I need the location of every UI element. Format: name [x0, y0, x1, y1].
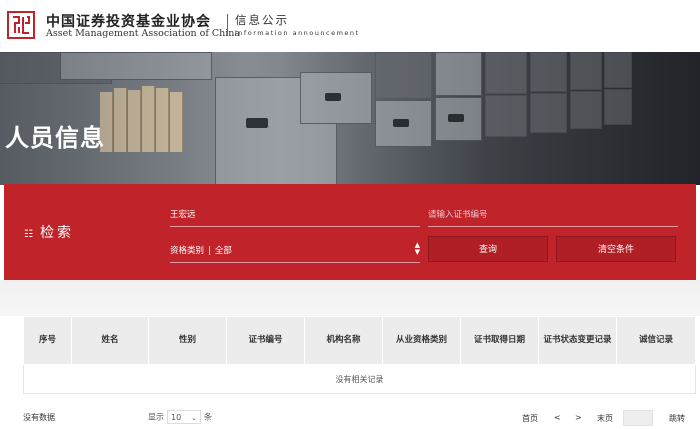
search-heading-label: 检索	[39, 225, 74, 241]
col-integrity[interactable]: 诚信记录	[616, 316, 696, 365]
cert-number-input[interactable]: 请输入证书编号	[428, 204, 678, 227]
col-gender[interactable]: 性别	[148, 316, 227, 365]
last-page-link[interactable]: 末页	[597, 413, 613, 424]
page-size-control: 显示 10 ⌄ 条	[148, 410, 212, 424]
category-select[interactable]: 资格类别 | 全部 ▲ ▼	[170, 240, 420, 263]
name-input-value: 王宏远	[170, 210, 196, 220]
table-top-band	[0, 280, 700, 316]
amac-logo-icon[interactable]	[7, 11, 35, 39]
page-size-value: 10	[171, 413, 182, 422]
search-button[interactable]: 查询	[428, 236, 548, 262]
jump-button[interactable]: 跳转	[669, 413, 685, 424]
page-jump-input[interactable]	[623, 410, 653, 426]
banner-overlay	[0, 52, 700, 185]
col-status-history[interactable]: 证书状态变更记录	[538, 316, 617, 365]
category-label: 资格类别	[170, 246, 205, 256]
col-institution[interactable]: 机构名称	[304, 316, 383, 365]
search-heading: ☷ 检索	[24, 222, 74, 242]
chevron-down-icon: ⌄	[191, 414, 197, 422]
select-arrows-icon: ▲ ▼	[414, 241, 420, 256]
category-select-display: 资格类别 | 全部	[170, 244, 232, 256]
filter-icon: ☷	[24, 229, 33, 240]
hero-banner: 人员信息	[0, 52, 700, 185]
section-title-cn: 信息公示	[235, 13, 289, 27]
page-title: 人员信息	[5, 124, 105, 152]
col-index[interactable]: 序号	[23, 316, 72, 365]
org-name-en: Asset Management Association of China	[46, 28, 241, 39]
page-size-select[interactable]: 10 ⌄	[167, 410, 201, 424]
col-cert-number[interactable]: 证书编号	[226, 316, 305, 365]
category-separator: |	[208, 246, 211, 256]
search-panel: ☷ 检索 王宏远 请输入证书编号 资格类别 | 全部 ▲ ▼ 查询 清空条件	[4, 184, 696, 280]
no-data-label: 没有数据	[23, 413, 55, 422]
section-title-en: information announcement	[235, 29, 360, 37]
results-table: 序号 姓名 性别 证书编号 机构名称 从业资格类别 证书取得日期 证书状态变更记…	[23, 316, 696, 394]
cert-number-placeholder: 请输入证书编号	[428, 210, 488, 220]
clear-button[interactable]: 清空条件	[556, 236, 676, 262]
first-page-link[interactable]: 首页	[522, 413, 538, 424]
table-header-row: 序号 姓名 性别 证书编号 机构名称 从业资格类别 证书取得日期 证书状态变更记…	[23, 316, 696, 365]
empty-message: 没有相关记录	[23, 364, 696, 394]
next-page-link[interactable]: >	[575, 413, 582, 422]
col-cert-date[interactable]: 证书取得日期	[460, 316, 539, 365]
col-qualification[interactable]: 从业资格类别	[382, 316, 461, 365]
prev-page-link[interactable]: <	[554, 413, 561, 422]
header-divider	[227, 14, 228, 36]
site-header: 中国证券投资基金业协会 Asset Management Association…	[0, 0, 700, 52]
col-name[interactable]: 姓名	[71, 316, 149, 365]
per-page-unit: 条	[204, 412, 212, 422]
name-input[interactable]: 王宏远	[170, 204, 420, 227]
table-row: 没有相关记录	[23, 364, 696, 394]
show-label: 显示	[148, 412, 164, 422]
category-value: 全部	[214, 246, 232, 256]
